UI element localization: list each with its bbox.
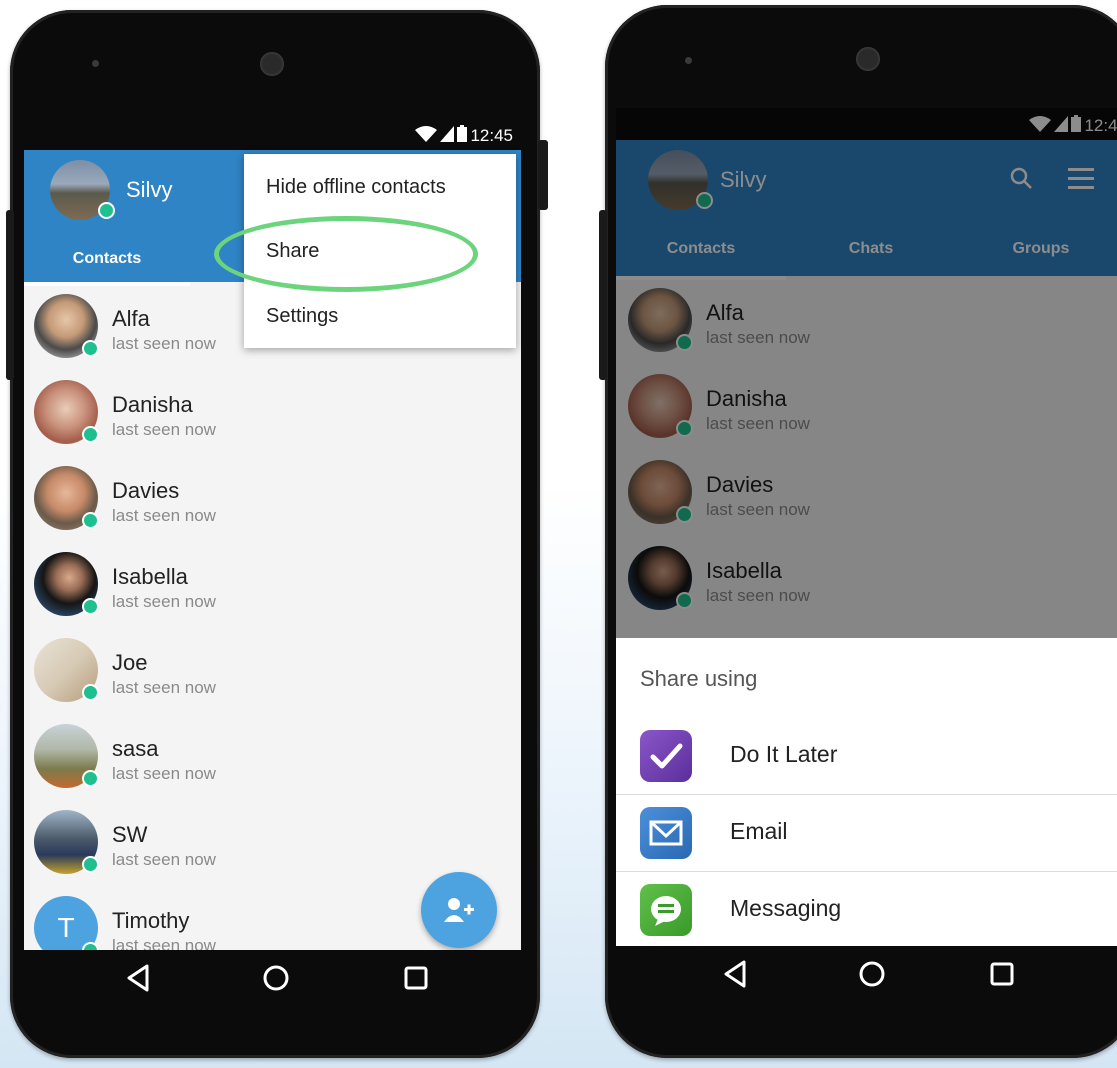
- add-contact-button[interactable]: [421, 872, 497, 948]
- sensor-dot: [685, 57, 692, 64]
- online-indicator: [82, 598, 99, 615]
- nav-bar: [616, 946, 1117, 1002]
- contact-status: last seen now: [112, 592, 216, 611]
- add-contact-icon: [444, 896, 474, 929]
- online-indicator: [82, 856, 99, 873]
- share-app-messaging[interactable]: Messaging: [616, 872, 1117, 949]
- contact-name: Isabella: [112, 564, 188, 589]
- contact-row-davies[interactable]: Davies last seen now: [24, 454, 521, 540]
- contact-name: Davies: [112, 478, 180, 503]
- share-app-email[interactable]: Email: [616, 795, 1117, 872]
- online-indicator: [82, 684, 99, 701]
- online-indicator: [82, 512, 99, 529]
- volume-button: [6, 210, 14, 380]
- recents-icon[interactable]: [396, 958, 436, 998]
- right-phone: 12:45 Silvy Contacts Chats Groups Alfa: [599, 5, 1117, 1058]
- contact-row-sasa[interactable]: sasa last seen now: [24, 712, 521, 798]
- contact-row-danisha[interactable]: Danisha last seen now: [24, 368, 521, 454]
- contact-status: last seen now: [112, 850, 216, 869]
- menu-item-hide-offline[interactable]: Hide offline contacts: [266, 176, 446, 199]
- front-camera: [260, 52, 284, 76]
- menu-item-settings[interactable]: Settings: [266, 305, 338, 328]
- back-icon[interactable]: [119, 958, 159, 998]
- contact-row-sw[interactable]: SW last seen now: [24, 798, 521, 884]
- contact-status: last seen now: [112, 506, 216, 525]
- contact-name: sasa: [112, 736, 159, 761]
- home-icon[interactable]: [256, 958, 296, 998]
- home-icon[interactable]: [852, 954, 892, 994]
- share-app-label: Email: [730, 818, 788, 844]
- online-indicator: [82, 340, 99, 357]
- contact-list: Alfa last seen now Danisha last seen now…: [24, 282, 521, 960]
- contact-status: last seen now: [112, 678, 216, 697]
- contact-row-isabella[interactable]: Isabella last seen now: [24, 540, 521, 626]
- front-camera: [856, 47, 880, 71]
- clock: 12:45: [470, 126, 513, 145]
- recents-icon[interactable]: [982, 954, 1022, 994]
- online-indicator: [82, 770, 99, 787]
- online-indicator: [98, 202, 115, 219]
- right-screen: 12:45 Silvy Contacts Chats Groups Alfa: [616, 108, 1117, 1002]
- envelope-icon: [640, 807, 692, 859]
- user-name[interactable]: Silvy: [126, 177, 172, 203]
- back-icon[interactable]: [716, 954, 756, 994]
- contact-status: last seen now: [112, 764, 216, 783]
- battery-icon: [457, 125, 468, 147]
- share-sheet-title: Share using: [640, 666, 758, 691]
- signal-icon: [440, 125, 455, 147]
- left-phone: 12:45 Silvy Contacts Alfa last seen now …: [6, 10, 548, 1058]
- status-bar: 12:45: [24, 118, 521, 150]
- check-icon: [640, 730, 692, 782]
- tab-contacts[interactable]: Contacts: [24, 250, 190, 268]
- share-highlight-ellipse: [214, 216, 478, 292]
- contact-status: last seen now: [112, 420, 216, 439]
- volume-button: [599, 210, 607, 380]
- contact-name: Alfa: [112, 306, 150, 331]
- avatar-initial: T: [57, 912, 75, 943]
- contact-status: last seen now: [112, 334, 216, 353]
- contact-name: Joe: [112, 650, 148, 675]
- message-icon: [640, 884, 692, 936]
- share-sheet: Share using Do It Later Email Messaging: [616, 638, 1117, 1002]
- share-app-label: Messaging: [730, 895, 842, 921]
- dim-overlay[interactable]: [616, 108, 1117, 638]
- nav-bar: [24, 950, 521, 1006]
- share-app-label: Do It Later: [730, 741, 838, 767]
- contact-name: Timothy: [112, 908, 190, 933]
- contact-row-joe[interactable]: Joe last seen now: [24, 626, 521, 712]
- share-app-do-it-later[interactable]: Do It Later: [616, 718, 1117, 795]
- online-indicator: [82, 426, 99, 443]
- left-screen: 12:45 Silvy Contacts Alfa last seen now …: [24, 118, 521, 1006]
- wifi-icon: [415, 125, 438, 147]
- sensor-dot: [92, 60, 99, 67]
- contact-name: Danisha: [112, 392, 193, 417]
- contact-name: SW: [112, 822, 148, 847]
- power-button: [538, 140, 548, 210]
